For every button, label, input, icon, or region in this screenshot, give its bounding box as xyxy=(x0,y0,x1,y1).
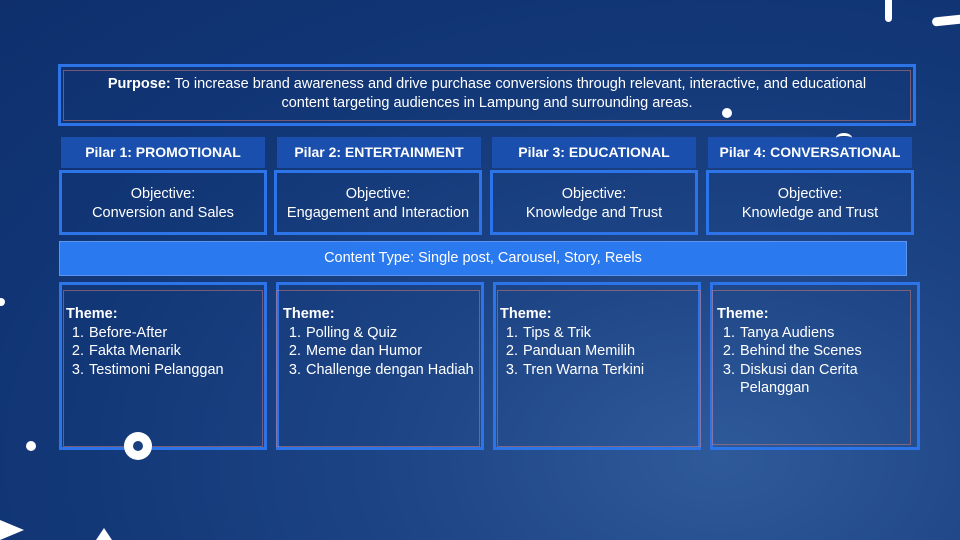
pillar-1-theme-box: Theme: Before-After Fakta Menarik Testim… xyxy=(59,282,267,450)
objective-label: Objective: xyxy=(130,186,196,202)
purpose-box: Purpose: To increase brand awareness and… xyxy=(58,64,916,126)
theme-item: Tren Warna Terkini xyxy=(522,361,698,380)
theme-item: Diskusi dan Cerita Pelanggan xyxy=(739,361,917,398)
objective-text: Conversion and Sales xyxy=(92,205,234,221)
pillar-3-objective-box: Objective: Knowledge and Trust xyxy=(490,170,698,235)
deco-bar-top xyxy=(885,0,892,22)
theme-label: Theme: xyxy=(717,306,769,322)
theme-item: Before-After xyxy=(88,324,264,343)
deco-ring xyxy=(124,432,152,460)
pillar-1-objective-box: Objective: Conversion and Sales xyxy=(59,170,267,235)
theme-list: Tanya Audiens Behind the Scenes Diskusi … xyxy=(717,324,917,398)
objective-label: Objective: xyxy=(345,186,411,202)
deco-dot xyxy=(26,441,36,451)
deco-arc xyxy=(836,133,852,143)
theme-item: Tips & Trik xyxy=(522,324,698,343)
pillar-1-header: Pilar 1: PROMOTIONAL xyxy=(61,137,265,168)
theme-item: Panduan Memilih xyxy=(522,342,698,361)
theme-item: Testimoni Pelanggan xyxy=(88,361,264,380)
pillar-3-theme-box: Theme: Tips & Trik Panduan Memilih Tren … xyxy=(493,282,701,450)
deco-bar-corner xyxy=(931,14,960,27)
objective-text: Engagement and Interaction xyxy=(286,205,470,221)
theme-item: Behind the Scenes xyxy=(739,342,917,361)
pillar-4-objective-box: Objective: Knowledge and Trust xyxy=(706,170,914,235)
deco-ring-hole xyxy=(133,441,143,451)
theme-label: Theme: xyxy=(283,306,335,322)
deco-triangle xyxy=(96,528,112,540)
theme-item: Meme dan Humor xyxy=(305,342,481,361)
pillar-2-header: Pilar 2: ENTERTAINMENT xyxy=(277,137,481,168)
objective-text: Knowledge and Trust xyxy=(741,205,879,221)
theme-item: Tanya Audiens xyxy=(739,324,917,343)
pillar-3-header: Pilar 3: EDUCATIONAL xyxy=(492,137,696,168)
deco-dot xyxy=(0,298,5,306)
theme-label: Theme: xyxy=(66,306,118,322)
theme-label: Theme: xyxy=(500,306,552,322)
content-type-bar: Content Type: Single post, Carousel, Sto… xyxy=(59,241,907,276)
pillar-2-theme-box: Theme: Polling & Quiz Meme dan Humor Cha… xyxy=(276,282,484,450)
theme-item: Fakta Menarik xyxy=(88,342,264,361)
purpose-label: Purpose: xyxy=(107,76,171,92)
pillar-4-theme-box: Theme: Tanya Audiens Behind the Scenes D… xyxy=(710,282,920,450)
deco-triangle xyxy=(0,520,24,540)
deco-dot xyxy=(722,108,732,118)
pillar-4-header: Pilar 4: CONVERSATIONAL xyxy=(708,137,912,168)
pillar-2-objective-box: Objective: Engagement and Interaction xyxy=(274,170,482,235)
objective-label: Objective: xyxy=(561,186,627,202)
objective-label: Objective: xyxy=(777,186,843,202)
purpose-text: To increase brand awareness and drive pu… xyxy=(174,76,867,111)
theme-item: Challenge dengan Hadiah xyxy=(305,361,481,380)
objective-text: Knowledge and Trust xyxy=(525,205,663,221)
theme-item: Polling & Quiz xyxy=(305,324,481,343)
theme-list: Polling & Quiz Meme dan Humor Challenge … xyxy=(283,324,481,380)
theme-list: Tips & Trik Panduan Memilih Tren Warna T… xyxy=(500,324,698,380)
theme-list: Before-After Fakta Menarik Testimoni Pel… xyxy=(66,324,264,380)
